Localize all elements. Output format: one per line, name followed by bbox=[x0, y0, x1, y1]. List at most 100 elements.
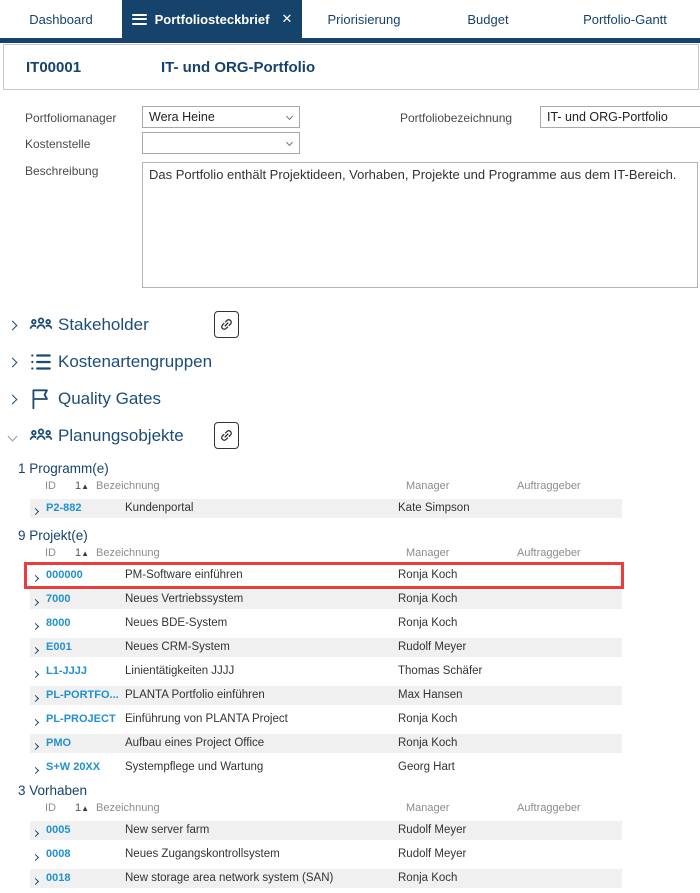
chevron-right-icon[interactable] bbox=[31, 829, 40, 838]
section-quality-gates[interactable]: Quality Gates bbox=[0, 384, 700, 414]
table-row[interactable]: 0005 New server farm Rudolf Meyer bbox=[30, 821, 622, 840]
section-label[interactable]: Stakeholder bbox=[58, 315, 149, 335]
portfolio-id: IT00001 bbox=[26, 59, 82, 76]
row-manager: Max Hansen bbox=[398, 689, 463, 701]
table-header: ID 1▲ Bezeichnung Manager Auftraggeber bbox=[18, 547, 622, 560]
group-title: 1 Programm(e) bbox=[18, 461, 109, 476]
table-row[interactable]: 000000 PM-Software einführen Ronja Koch bbox=[24, 562, 624, 589]
row-id-link[interactable]: 000000 bbox=[46, 569, 83, 581]
chevron-right-icon[interactable] bbox=[7, 357, 18, 368]
section-planungsobjekte[interactable]: Planungsobjekte bbox=[0, 421, 700, 451]
chevron-down-icon[interactable] bbox=[7, 431, 18, 442]
section-stakeholder[interactable]: Stakeholder bbox=[0, 310, 700, 340]
row-id-link[interactable]: 0018 bbox=[46, 872, 70, 884]
chevron-right-icon[interactable] bbox=[7, 394, 18, 405]
row-id-link[interactable]: PMO bbox=[46, 737, 71, 749]
row-bezeichnung: Neues CRM-System bbox=[125, 641, 230, 653]
chevron-right-icon[interactable] bbox=[31, 766, 40, 775]
chevron-right-icon[interactable] bbox=[31, 598, 40, 607]
row-id-link[interactable]: 0005 bbox=[46, 824, 70, 836]
column-header-id[interactable]: ID bbox=[45, 802, 56, 814]
row-id-link[interactable]: 0008 bbox=[46, 848, 70, 860]
sort-indicator[interactable]: 1▲ bbox=[75, 480, 89, 492]
table-row[interactable]: PMO Aufbau eines Project Office Ronja Ko… bbox=[30, 734, 622, 753]
row-bezeichnung: PLANTA Portfolio einführen bbox=[125, 689, 265, 701]
chevron-right-icon[interactable] bbox=[31, 622, 40, 631]
portfoliomanager-value: Wera Heine bbox=[149, 110, 215, 124]
chevron-right-icon[interactable] bbox=[31, 507, 40, 516]
column-header-id[interactable]: ID bbox=[45, 547, 56, 559]
link-icon[interactable] bbox=[214, 422, 239, 449]
table-row[interactable]: 7000 Neues Vertriebssystem Ronja Koch bbox=[30, 590, 622, 609]
tab-portfoliosteckbrief[interactable]: Portfoliosteckbrief ✕ bbox=[122, 0, 302, 38]
tab-portfolio-gantt[interactable]: Portfolio-Gantt bbox=[550, 0, 700, 38]
chevron-right-icon[interactable] bbox=[31, 670, 40, 679]
planning-group: 1 Programm(e) ID 1▲ Bezeichnung Manager … bbox=[18, 461, 622, 518]
row-manager: Ronja Koch bbox=[398, 569, 458, 581]
row-id-link[interactable]: 8000 bbox=[46, 617, 70, 629]
chevron-right-icon[interactable] bbox=[31, 877, 40, 886]
sort-indicator[interactable]: 1▲ bbox=[75, 547, 89, 559]
row-id-link[interactable]: 7000 bbox=[46, 593, 70, 605]
tab-label: Dashboard bbox=[29, 11, 93, 27]
column-header-manager[interactable]: Manager bbox=[406, 480, 449, 492]
table-row[interactable]: PL-PORTFO... PLANTA Portfolio einführen … bbox=[30, 686, 622, 705]
table-header: ID 1▲ Bezeichnung Manager Auftraggeber bbox=[18, 480, 622, 493]
column-header-manager[interactable]: Manager bbox=[406, 547, 449, 559]
column-header-auftraggeber[interactable]: Auftraggeber bbox=[517, 802, 581, 814]
portfolio-page: Dashboard Portfoliosteckbrief ✕ Priorisi… bbox=[0, 0, 700, 888]
column-header-auftraggeber[interactable]: Auftraggeber bbox=[517, 547, 581, 559]
table-row[interactable]: 0008 Neues Zugangskontrollsystem Rudolf … bbox=[30, 845, 622, 864]
column-header-bezeichnung[interactable]: Bezeichnung bbox=[96, 802, 160, 814]
tab-budget[interactable]: Budget bbox=[426, 0, 550, 38]
row-bezeichnung: Linientätigkeiten JJJJ bbox=[125, 665, 235, 677]
beschreibung-textarea[interactable]: Das Portfolio enthält Projektideen, Vorh… bbox=[142, 162, 698, 288]
row-id-link[interactable]: PL-PROJECT bbox=[46, 713, 116, 725]
kostenstelle-select[interactable] bbox=[142, 132, 300, 154]
tab-bar: Dashboard Portfoliosteckbrief ✕ Priorisi… bbox=[0, 0, 700, 38]
tab-label: Budget bbox=[467, 11, 509, 27]
table-row[interactable]: 8000 Neues BDE-System Ronja Koch bbox=[30, 614, 622, 633]
section-label[interactable]: Planungsobjekte bbox=[58, 426, 184, 446]
column-header-auftraggeber[interactable]: Auftraggeber bbox=[517, 480, 581, 492]
section-label[interactable]: Kostenartengruppen bbox=[58, 352, 212, 372]
row-id-link[interactable]: E001 bbox=[46, 641, 72, 653]
row-bezeichnung: PM-Software einführen bbox=[125, 569, 243, 581]
chevron-right-icon[interactable] bbox=[31, 718, 40, 727]
row-id-link[interactable]: S+W 20XX bbox=[46, 761, 100, 773]
chevron-right-icon[interactable] bbox=[31, 574, 40, 583]
tab-dashboard[interactable]: Dashboard bbox=[0, 0, 122, 38]
column-header-manager[interactable]: Manager bbox=[406, 802, 449, 814]
tab-label: Portfoliosteckbrief bbox=[154, 11, 270, 27]
row-id-link[interactable]: L1-JJJJ bbox=[46, 665, 87, 677]
section-label[interactable]: Quality Gates bbox=[58, 389, 161, 409]
table-row[interactable]: PL-PROJECT Einführung von PLANTA Project… bbox=[30, 710, 622, 729]
table-row[interactable]: E001 Neues CRM-System Rudolf Meyer bbox=[30, 638, 622, 657]
chevron-right-icon[interactable] bbox=[31, 853, 40, 862]
section-kostenartengruppen[interactable]: Kostenartengruppen bbox=[0, 347, 700, 377]
close-tab-icon[interactable]: ✕ bbox=[281, 11, 292, 27]
column-header-bezeichnung[interactable]: Bezeichnung bbox=[96, 480, 160, 492]
chevron-right-icon[interactable] bbox=[31, 694, 40, 703]
row-id-link[interactable]: PL-PORTFO... bbox=[46, 689, 119, 701]
table-row[interactable]: L1-JJJJ Linientätigkeiten JJJJ Thomas Sc… bbox=[30, 662, 622, 681]
row-bezeichnung: Einführung von PLANTA Project bbox=[125, 713, 288, 725]
hamburger-menu-icon[interactable] bbox=[131, 11, 147, 27]
chevron-right-icon[interactable] bbox=[31, 742, 40, 751]
portfoliomanager-select[interactable]: Wera Heine bbox=[142, 106, 300, 128]
chevron-right-icon[interactable] bbox=[31, 646, 40, 655]
portfoliobezeichnung-input[interactable]: IT- und ORG-Portfolio bbox=[540, 106, 700, 128]
table-row[interactable]: P2-882 Kundenportal Kate Simpson bbox=[30, 499, 622, 518]
people-icon bbox=[29, 317, 53, 329]
row-bezeichnung: Neues BDE-System bbox=[125, 617, 228, 629]
column-header-bezeichnung[interactable]: Bezeichnung bbox=[96, 547, 160, 559]
chevron-right-icon[interactable] bbox=[7, 320, 18, 331]
column-header-id[interactable]: ID bbox=[45, 480, 56, 492]
link-icon[interactable] bbox=[214, 311, 239, 338]
sort-indicator[interactable]: 1▲ bbox=[75, 802, 89, 814]
tab-priorisierung[interactable]: Priorisierung bbox=[302, 0, 426, 38]
highlight-annotation-box bbox=[24, 562, 624, 589]
table-row[interactable]: 0018 New storage area network system (SA… bbox=[30, 869, 622, 888]
row-id-link[interactable]: P2-882 bbox=[46, 502, 81, 514]
table-row[interactable]: S+W 20XX Systempflege und Wartung Georg … bbox=[30, 758, 622, 777]
